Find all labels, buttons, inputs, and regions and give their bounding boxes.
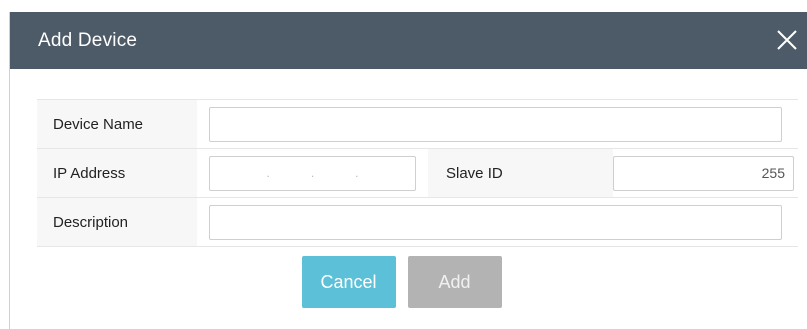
device-name-label: Device Name <box>37 100 197 148</box>
description-input[interactable] <box>209 204 782 240</box>
dialog-actions: Cancel Add <box>10 256 807 308</box>
ip-separator: . <box>310 166 315 180</box>
description-label: Description <box>37 198 197 246</box>
device-name-input[interactable] <box>209 106 782 142</box>
slave-id-input[interactable] <box>613 155 794 191</box>
slave-id-label: Slave ID <box>428 149 613 197</box>
cancel-button[interactable]: Cancel <box>301 256 396 308</box>
ip-address-label: IP Address <box>37 149 197 197</box>
close-icon[interactable] <box>773 26 801 54</box>
dialog-title: Add Device <box>38 29 138 51</box>
add-device-dialog: Add Device Device Name IP Address . . . <box>9 12 807 329</box>
device-form: Device Name IP Address . . . Slave ID De… <box>37 99 798 247</box>
row-description: Description <box>37 198 798 247</box>
row-device-name: Device Name <box>37 100 798 149</box>
ip-separator: . <box>266 166 270 180</box>
ip-separator: . <box>355 166 359 180</box>
page: Add Device Device Name IP Address . . . <box>0 0 807 329</box>
ip-address-input[interactable]: . . . <box>209 155 416 191</box>
dialog-titlebar: Add Device <box>10 12 807 69</box>
add-button[interactable]: Add <box>407 256 502 308</box>
row-ip-slave: IP Address . . . Slave ID <box>37 149 798 198</box>
